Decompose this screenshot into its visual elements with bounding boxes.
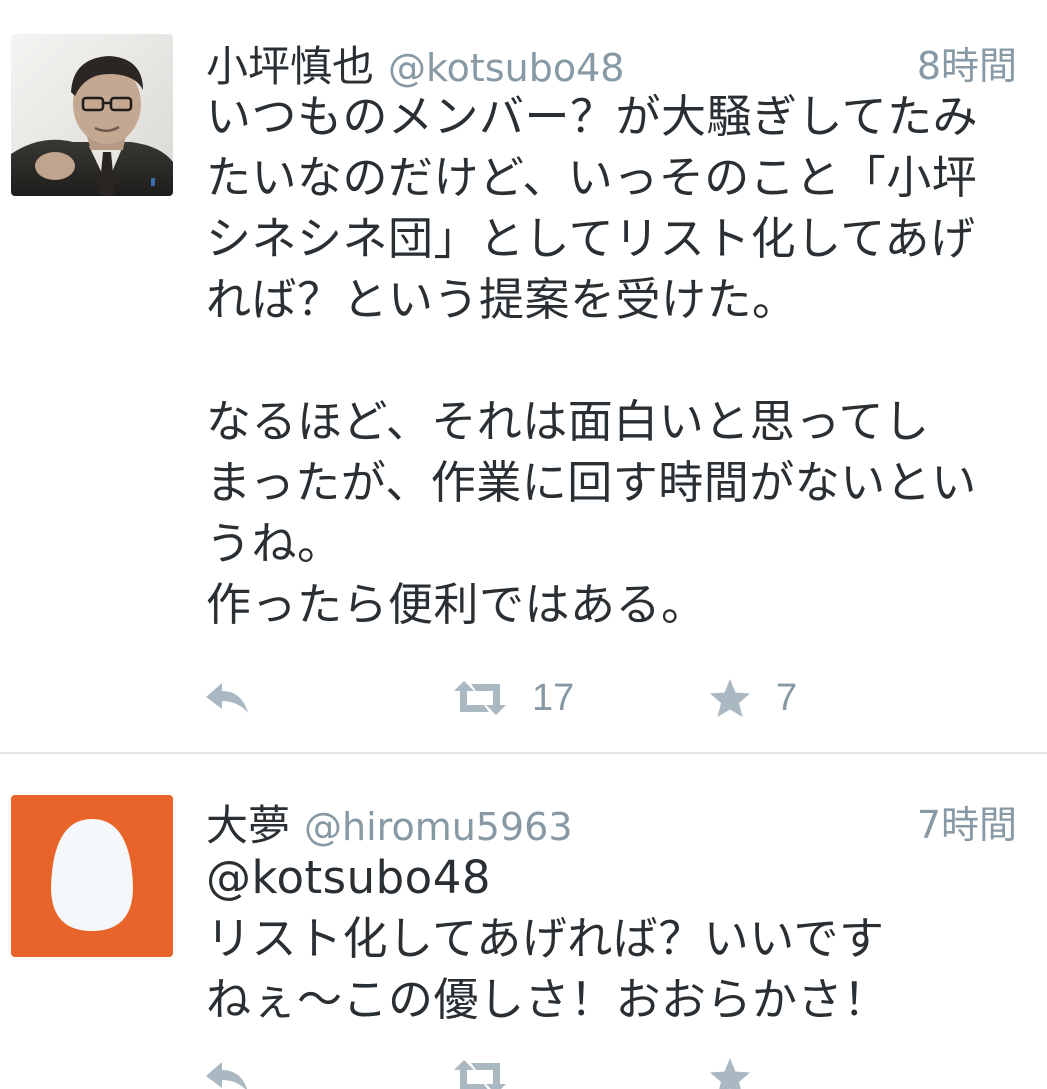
favorite-button[interactable]: 7 bbox=[708, 673, 797, 723]
retweet-icon bbox=[454, 681, 506, 715]
retweet-button[interactable]: 17 bbox=[452, 673, 574, 723]
retweet-icon bbox=[454, 1060, 506, 1089]
tweet[interactable]: 大夢 @hiromu5963 7時間 @kotsubo48 リスト化してあげれば？… bbox=[0, 754, 1047, 1089]
reply-icon bbox=[206, 1062, 248, 1089]
retweet-count: 17 bbox=[532, 676, 575, 719]
timestamp[interactable]: 8時間 bbox=[917, 35, 1017, 90]
tweet-header: 大夢 @hiromu5963 7時間 bbox=[206, 792, 1017, 850]
tweet-actions bbox=[200, 1052, 1000, 1089]
star-icon bbox=[710, 1058, 750, 1089]
tweet-text: @kotsubo48 リスト化してあげれば？いいです ねぇ～この優しさ！おおらか… bbox=[206, 851, 889, 1026]
favorite-button[interactable] bbox=[708, 1052, 776, 1089]
tweet-actions: 17 7 bbox=[200, 673, 1000, 723]
star-icon bbox=[710, 679, 750, 717]
timeline: 小坪慎也 @kotsubo48 8時間 いつものメンバー？が大騒ぎしてたみ たいな… bbox=[0, 0, 1047, 1089]
screen-name[interactable]: @kotsubo48 bbox=[388, 46, 624, 90]
user-avatar[interactable] bbox=[11, 795, 173, 957]
favorite-count: 7 bbox=[776, 676, 798, 719]
user-photo-avatar-icon bbox=[11, 34, 173, 196]
user-avatar[interactable] bbox=[11, 34, 173, 196]
reply-button[interactable] bbox=[204, 1052, 250, 1089]
screen-name[interactable]: @hiromu5963 bbox=[304, 805, 573, 849]
timestamp[interactable]: 7時間 bbox=[917, 794, 1017, 849]
reply-icon bbox=[206, 683, 248, 713]
display-name[interactable]: 小坪慎也 bbox=[206, 42, 374, 91]
tweet[interactable]: 小坪慎也 @kotsubo48 8時間 いつものメンバー？が大騒ぎしてたみ たいな… bbox=[0, 0, 1047, 752]
retweet-button[interactable] bbox=[452, 1052, 532, 1089]
display-name[interactable]: 大夢 bbox=[206, 801, 290, 850]
egg-avatar-icon bbox=[11, 795, 173, 957]
tweet-text: いつものメンバー？が大騒ぎしてたみ たいなのだけど、いっそのこと「小坪 シネシネ… bbox=[206, 90, 979, 631]
reply-button[interactable] bbox=[204, 673, 250, 723]
tweet-header: 小坪慎也 @kotsubo48 8時間 bbox=[206, 33, 1017, 91]
